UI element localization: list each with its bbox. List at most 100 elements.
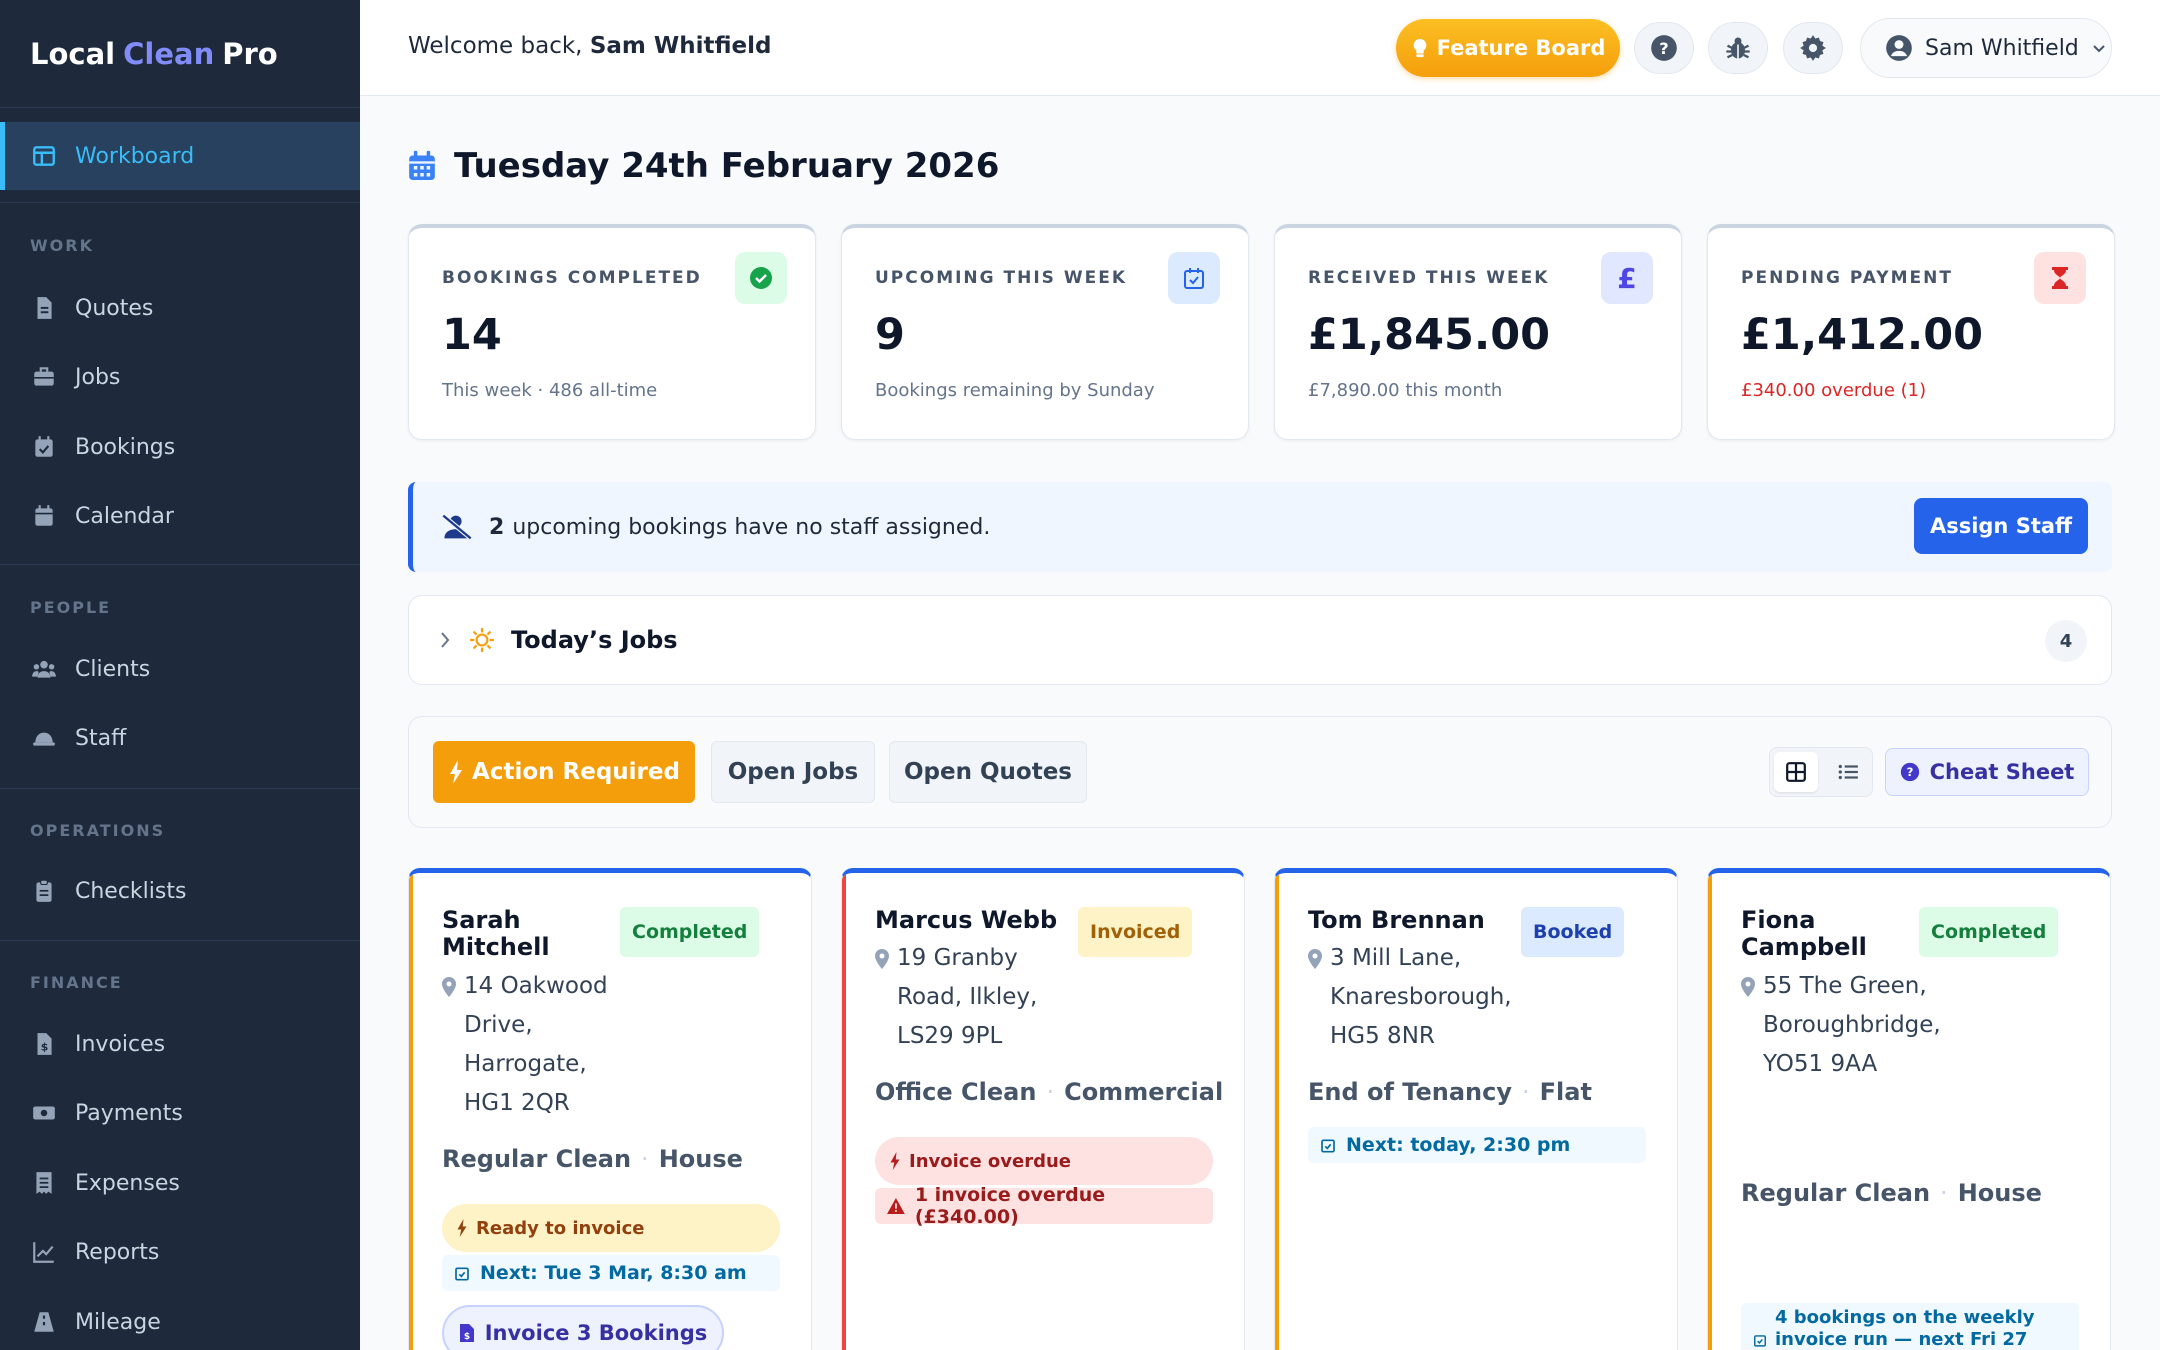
property-type: Flat [1539,1078,1592,1106]
map-pin-icon [1308,949,1322,969]
map-pin-icon [875,949,889,969]
hard-hat-icon [33,732,55,746]
brand-part-3: Pro [222,36,278,71]
client-name[interactable]: Sarah Mitchell [442,907,550,961]
check-circle-badge [735,252,787,304]
address-text: 14 Oakwood Drive, Harrogate, HG1 2QR [464,973,608,1116]
todays-jobs-panel[interactable]: Today’s Jobs 4 [408,595,2112,685]
receipt-icon [36,1172,52,1194]
service-summary: Regular Clean · House [442,1145,743,1173]
stat-label: RECEIVED THIS WEEK [1308,268,1550,288]
tab-open-quotes[interactable]: Open Quotes [889,741,1087,803]
client-address: 3 Mill Lane, Knaresborough, HG5 8NR [1308,939,1512,1056]
stat-value: 14 [442,310,502,360]
sidebar-item-reports[interactable]: Reports [0,1227,360,1277]
stat-card-upcoming-this-week: UPCOMING THIS WEEK 9 Bookings remaining … [841,224,1249,440]
sidebar-item-bookings[interactable]: Bookings [0,422,360,472]
sidebar-item-label: Payments [75,1100,183,1126]
client-name[interactable]: Tom Brennan [1308,907,1485,934]
chevron-right-icon [441,632,450,648]
job-card[interactable]: Tom Brennan Booked 3 Mill Lane, Knaresbo… [1274,868,1678,1350]
alert-text: upcoming bookings have no staff assigned… [512,514,991,540]
clipboard-icon [36,879,52,902]
bolt-icon [890,1152,900,1170]
stat-subtext: Bookings remaining by Sunday [875,380,1155,401]
sidebar-item-mileage[interactable]: Mileage [0,1297,360,1347]
stat-subtext: £340.00 overdue (1) [1741,380,1927,401]
sidebar-item-invoices[interactable]: $ Invoices [0,1019,360,1069]
report-bug-button[interactable] [1708,22,1768,74]
sidebar-item-checklists[interactable]: Checklists [0,866,360,916]
stat-card-pending-payment: PENDING PAYMENT £1,412.00 £340.00 overdu… [1707,224,2115,440]
job-card[interactable]: Sarah Mitchell Completed 14 Oakwood Driv… [408,868,812,1350]
card-status-edge [1275,873,1279,1350]
page-title: Tuesday 24th February 2026 [408,146,999,186]
warning-triangle-icon [887,1198,905,1214]
client-address: 55 The Green, Boroughbridge, YO51 9AA [1741,967,1941,1084]
next-booking-tag: Next: Tue 3 Mar, 8:30 am [442,1255,780,1291]
pound-sign-icon: £ [1601,252,1653,304]
calendar-check-badge [1168,252,1220,304]
sidebar-item-workboard[interactable]: Workboard [0,122,360,190]
sidebar-item-clients[interactable]: Clients [0,644,360,694]
stat-card-received-this-week: RECEIVED THIS WEEK £ £1,845.00 £7,890.00… [1274,224,1682,440]
sidebar-item-label: Reports [75,1239,160,1265]
lightbulb-icon [1413,38,1426,58]
welcome-prefix: Welcome back, [408,33,583,59]
sidebar-item-quotes[interactable]: Quotes [0,283,360,333]
stat-card-bookings-completed: BOOKINGS COMPLETED 14 This week · 486 al… [408,224,816,440]
property-type: House [1957,1179,2042,1207]
divider [0,788,360,789]
invoice-icon: $ [37,1033,52,1055]
feature-board-button[interactable]: Feature Board [1396,19,1620,77]
unassigned-staff-alert: 2 upcoming bookings have no staff assign… [408,482,2112,572]
calendar-check-icon [1321,1139,1335,1153]
assign-staff-button[interactable]: Assign Staff [1914,498,2088,554]
user-avatar-icon [1886,35,1912,61]
sidebar-item-label: Invoices [75,1031,166,1057]
tab-action-required[interactable]: Action Required [433,741,695,803]
list-view-button[interactable] [1826,752,1870,792]
stat-value: £1,845.00 [1308,310,1551,360]
stat-value: £1,412.00 [1741,310,1984,360]
status-badge: Completed [620,907,760,957]
service-summary: End of Tenancy · Flat [1308,1078,1592,1106]
invoice-overdue-pill: Invoice overdue [875,1137,1213,1185]
section-operations: OPERATIONS [30,821,166,840]
property-type: House [658,1145,743,1173]
brand-part-2: Clean [123,36,215,71]
sidebar-item-label: Jobs [75,364,121,390]
invoice-bookings-button[interactable]: $ Invoice 3 Bookings [442,1305,724,1350]
service-summary: Office Clean · Commercial [875,1078,1224,1106]
help-button[interactable]: ? [1634,22,1694,74]
job-card[interactable]: Fiona Campbell Completed 55 The Green, B… [1707,868,2111,1350]
section-finance: FINANCE [30,973,123,992]
brand-logo[interactable]: Local Clean Pro [0,0,360,108]
grid-view-button[interactable] [1774,752,1818,792]
address-text: 3 Mill Lane, Knaresborough, HG5 8NR [1330,945,1512,1049]
sidebar-item-jobs[interactable]: Jobs [0,352,360,402]
svg-text:?: ? [1906,765,1913,779]
grid-icon [1786,762,1806,782]
client-name[interactable]: Marcus Webb [875,907,1057,934]
bug-icon [1726,37,1750,59]
sidebar-item-expenses[interactable]: Expenses [0,1158,360,1208]
calendar-check-icon [455,1267,469,1281]
tab-open-jobs[interactable]: Open Jobs [711,741,875,803]
cheat-sheet-button[interactable]: ? Cheat Sheet [1885,748,2089,796]
hourglass-icon [2052,267,2068,289]
user-menu-button[interactable]: Sam Whitfield [1860,18,2112,78]
job-card[interactable]: Marcus Webb Invoiced 19 Granby Road, Ilk… [841,868,1245,1350]
topbar: Welcome back, Sam Whitfield Feature Boar… [360,0,2160,96]
service-type: Office Clean [875,1078,1037,1106]
sidebar-item-payments[interactable]: Payments [0,1088,360,1138]
invoice-run-line-2: invoice run — next Fri 27 [1775,1329,2028,1350]
sidebar-item-staff[interactable]: Staff [0,713,360,763]
sidebar-item-calendar[interactable]: Calendar [0,491,360,541]
map-pin-icon [1741,977,1755,997]
check-circle-icon [750,267,772,289]
client-name[interactable]: Fiona Campbell [1741,907,1867,961]
settings-button[interactable] [1783,22,1843,74]
briefcase-icon [34,367,54,386]
card-status-edge [409,873,413,1350]
